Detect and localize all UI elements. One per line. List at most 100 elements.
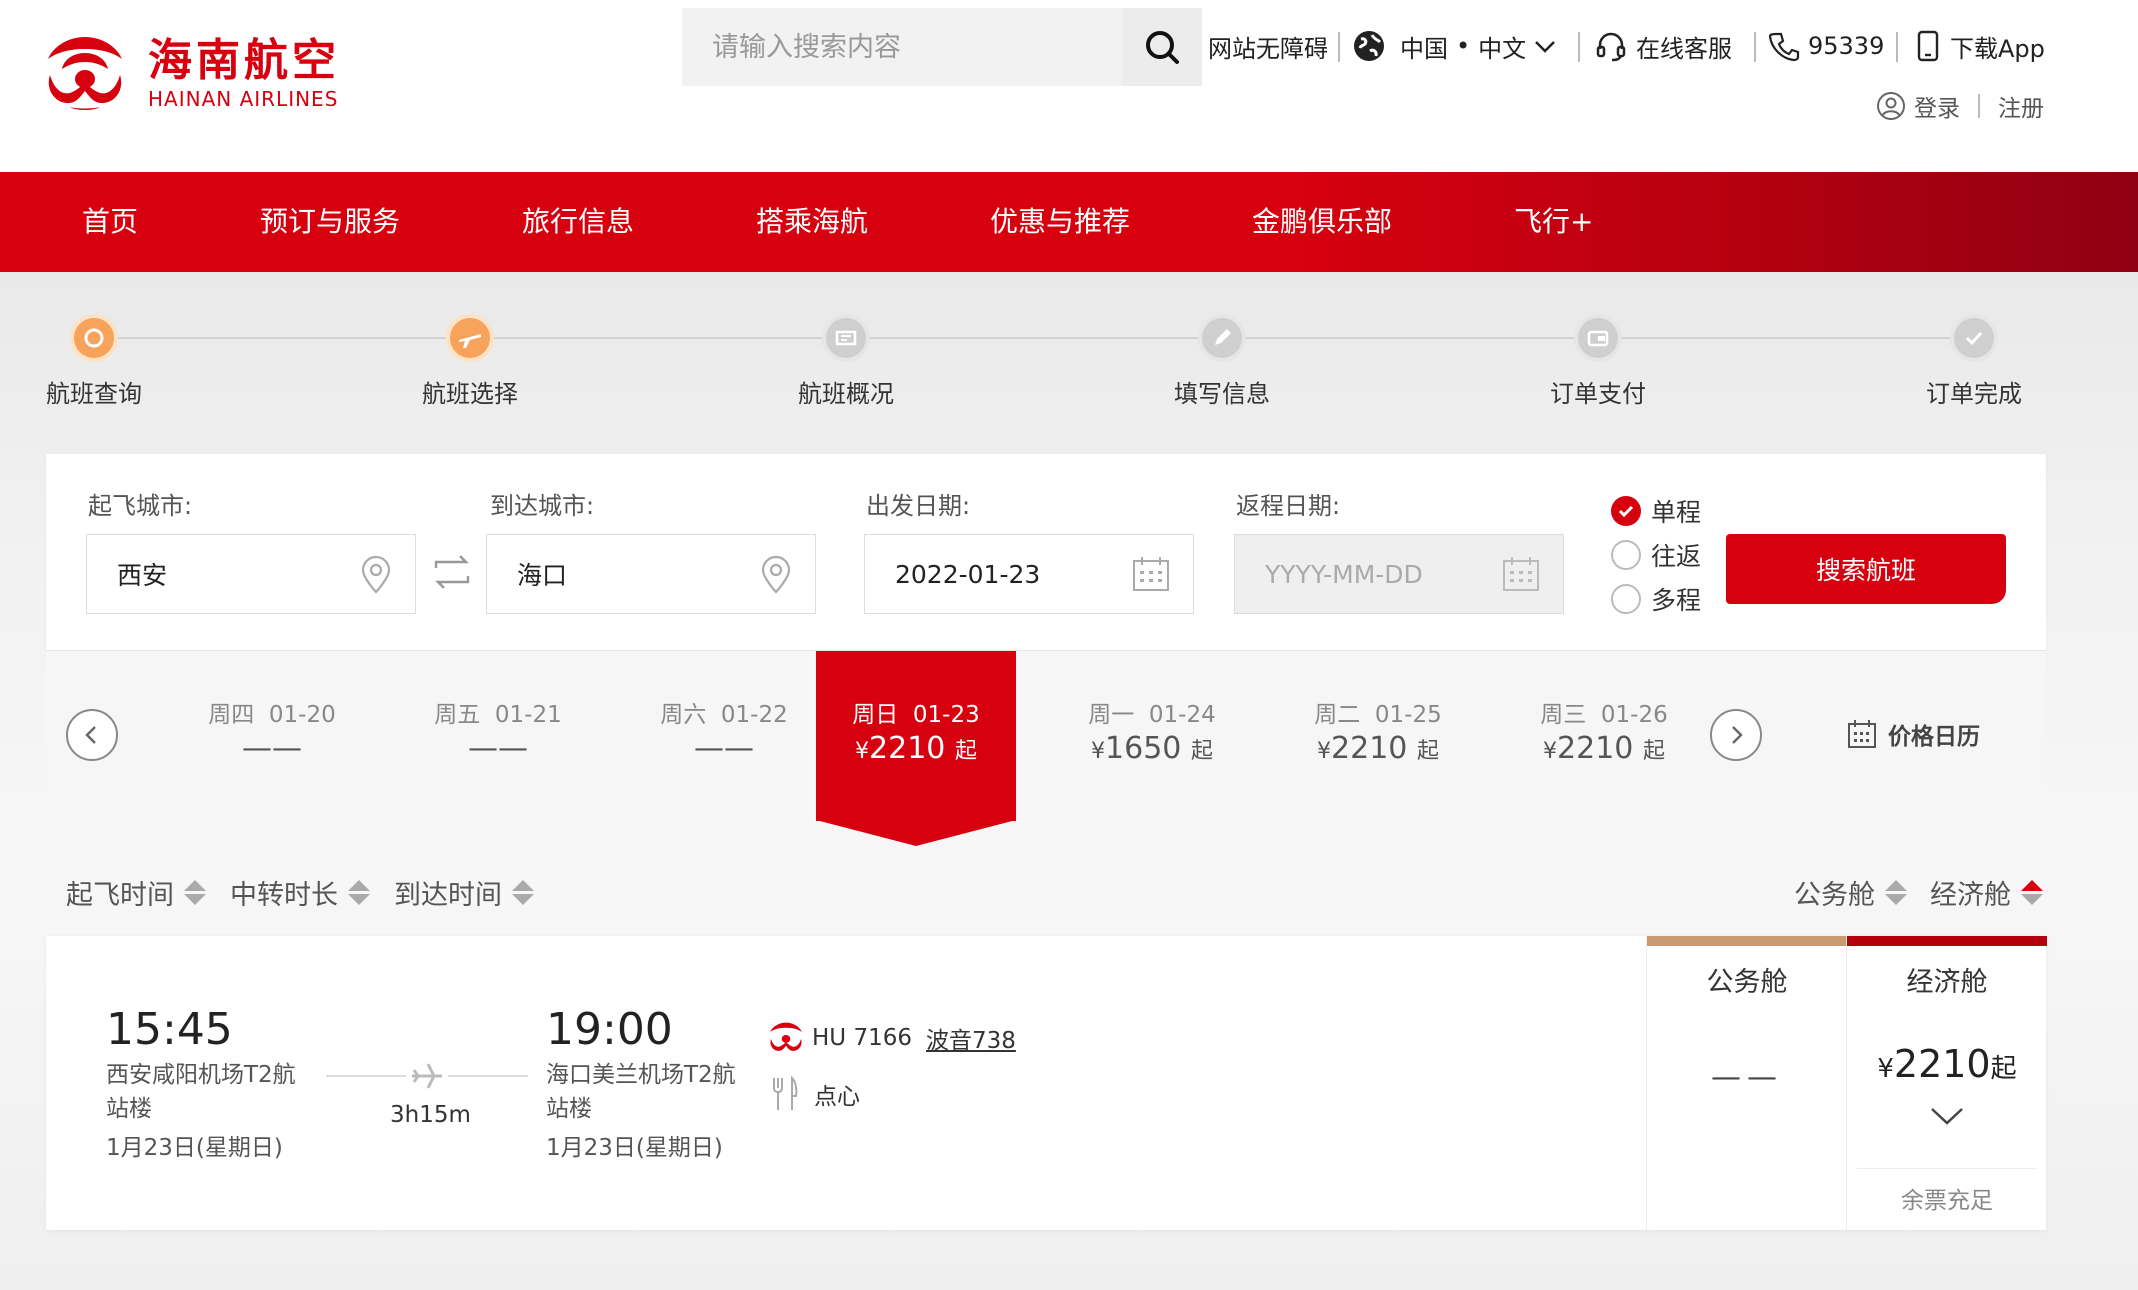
phone-icon <box>1768 32 1800 62</box>
business-cabin-column[interactable]: 公务舱 —— <box>1646 936 1847 1230</box>
arrive-date: 1月23日(星期日) <box>546 1135 723 1161</box>
arrive-time: 19:00 <box>546 1004 673 1055</box>
step-flight-select: 航班选择 <box>370 310 570 410</box>
swap-cities-button[interactable] <box>430 550 474 598</box>
trip-type-one-way[interactable]: 单程 <box>1611 492 1701 530</box>
date-day: 周日 <box>852 702 899 728</box>
date-day: 周六 <box>660 702 707 728</box>
user-icon <box>1877 92 1905 120</box>
price-suffix: 起 <box>1416 739 1439 764</box>
nav-item-booking[interactable]: 预订与服务 <box>260 172 400 272</box>
next-dates-button[interactable] <box>1710 709 1762 761</box>
nav-item-fortune-wings[interactable]: 金鹏俱乐部 <box>1252 172 1392 272</box>
search-flights-button[interactable]: 搜索航班 <box>1726 534 2006 604</box>
search-icon <box>1146 31 1179 64</box>
economy-cabin-bar <box>1847 936 2047 946</box>
region-language-selector[interactable]: 中国 • 中文 <box>1352 24 1566 68</box>
depart-time: 15:45 <box>106 1004 233 1055</box>
sort-economy[interactable]: 经济舱 <box>1930 872 2043 912</box>
prev-dates-button[interactable] <box>66 709 118 761</box>
nav-item-home[interactable]: 首页 <box>82 172 138 272</box>
date-option[interactable]: 周一 01-24 ¥1650 起 <box>1052 651 1252 821</box>
date-option[interactable]: 周二 01-25 ¥2210 起 <box>1278 651 1478 821</box>
nav-item-fly-plus[interactable]: 飞行+ <box>1514 172 1593 272</box>
date-option[interactable]: 周三 01-26 ¥2210 起 <box>1504 651 1704 821</box>
currency-symbol: ¥ <box>1543 739 1558 764</box>
step-label: 填写信息 <box>1174 380 1270 408</box>
date-option[interactable]: 周六 01-22 —— <box>624 651 824 821</box>
economy-cabin-column[interactable]: 经济舱 ¥2210起 余票充足 <box>1846 936 2047 1230</box>
business-cabin-price: —— <box>1711 1060 1783 1095</box>
from-city-field <box>86 534 416 614</box>
site-search-box <box>682 8 1122 86</box>
online-service-link[interactable]: 在线客服 <box>1594 24 1732 68</box>
nav-item-travel-info[interactable]: 旅行信息 <box>522 172 634 272</box>
phone-link[interactable]: 95339 <box>1768 24 1884 68</box>
depart-date-label: 出发日期: <box>866 492 971 520</box>
step-complete: 订单完成 <box>1874 310 2074 410</box>
date-price: —— <box>468 731 528 766</box>
sort-depart-time[interactable]: 起飞时间 <box>66 872 206 912</box>
date-option[interactable]: 周四 01-20 —— <box>172 651 372 821</box>
date-price: 1650 <box>1105 731 1182 766</box>
site-search-button[interactable] <box>1122 8 1202 86</box>
sort-label: 公务舱 <box>1794 879 1875 911</box>
date-option-selected[interactable]: 周日 01-23 ¥2210 起 <box>816 651 1016 821</box>
trip-type-multi[interactable]: 多程 <box>1611 580 1701 618</box>
sort-transfer-duration[interactable]: 中转时长 <box>230 872 370 912</box>
date-value: 01-24 <box>1148 702 1216 728</box>
util-divider <box>1754 32 1756 62</box>
register-link[interactable]: 注册 <box>1998 89 2044 123</box>
nav-item-offers[interactable]: 优惠与推荐 <box>990 172 1130 272</box>
nav-item-fly-hainan[interactable]: 搭乘海航 <box>756 172 868 272</box>
return-date-label: 返程日期: <box>1236 492 1341 520</box>
route-line <box>448 1075 528 1077</box>
brand-logo[interactable]: 海南航空 HAINAN AIRLINES <box>40 28 360 118</box>
sort-arrive-time[interactable]: 到达时间 <box>394 872 534 912</box>
price-calendar-button[interactable]: 价格日历 <box>1846 714 1980 754</box>
date-price: —— <box>242 731 302 766</box>
sort-arrows-icon <box>512 879 534 905</box>
sort-business[interactable]: 公务舱 <box>1794 872 1907 912</box>
login-link[interactable]: 登录 <box>1914 89 1960 123</box>
step-label: 航班概况 <box>798 380 894 408</box>
accessibility-label: 网站无障碍 <box>1208 34 1328 63</box>
date-price: 2210 <box>869 731 946 766</box>
download-app-link[interactable]: 下载App <box>1914 24 2045 68</box>
util-divider <box>1578 32 1580 62</box>
language-label: 中文 <box>1478 34 1527 63</box>
aircraft-type-link[interactable]: 波音738 <box>926 1021 1016 1055</box>
date-selector-strip: 周四 01-20 —— 周五 01-21 —— 周六 01-22 —— 周日 0… <box>46 650 2046 821</box>
location-pin-icon <box>361 555 391 594</box>
checkmark-icon <box>1950 314 1998 362</box>
airplane-icon <box>412 1063 442 1089</box>
radio-checked-icon <box>1611 496 1641 526</box>
ticket-icon <box>822 314 870 362</box>
depart-date: 1月23日(星期日) <box>106 1135 283 1161</box>
util-divider <box>1896 32 1898 62</box>
date-day: 周一 <box>1088 702 1135 728</box>
price-suffix: 起 <box>1642 739 1665 764</box>
trip-type-label: 单程 <box>1651 498 1702 527</box>
chevron-down-icon[interactable] <box>1929 1104 1965 1128</box>
date-day: 周二 <box>1314 702 1361 728</box>
currency-symbol: ¥ <box>1091 739 1106 764</box>
return-date-field <box>1234 534 1564 614</box>
arrive-airport: 海口美兰机场T2航站楼 <box>546 1062 736 1122</box>
step-label: 订单完成 <box>1926 380 2022 408</box>
date-option[interactable]: 周五 01-21 —— <box>398 651 598 821</box>
flight-search-form: 起飞城市: 到达城市: 出发日期: 返程日期: <box>46 454 2046 650</box>
business-cabin-title: 公务舱 <box>1706 967 1788 998</box>
mobile-phone-icon <box>1917 30 1939 62</box>
accessibility-link[interactable]: 网站无障碍 <box>1208 24 1328 68</box>
trip-type-label: 多程 <box>1651 586 1702 615</box>
step-label: 订单支付 <box>1550 380 1646 408</box>
trip-type-round[interactable]: 往返 <box>1611 536 1701 574</box>
download-app-label: 下载App <box>1950 34 2045 63</box>
sort-label: 经济舱 <box>1930 879 2011 911</box>
trip-type-label: 往返 <box>1651 542 1702 571</box>
hainan-logo-icon <box>48 37 122 110</box>
from-city-label: 起飞城市: <box>88 492 193 520</box>
site-search-input[interactable] <box>682 8 1122 86</box>
date-price: 2210 <box>1557 731 1634 766</box>
